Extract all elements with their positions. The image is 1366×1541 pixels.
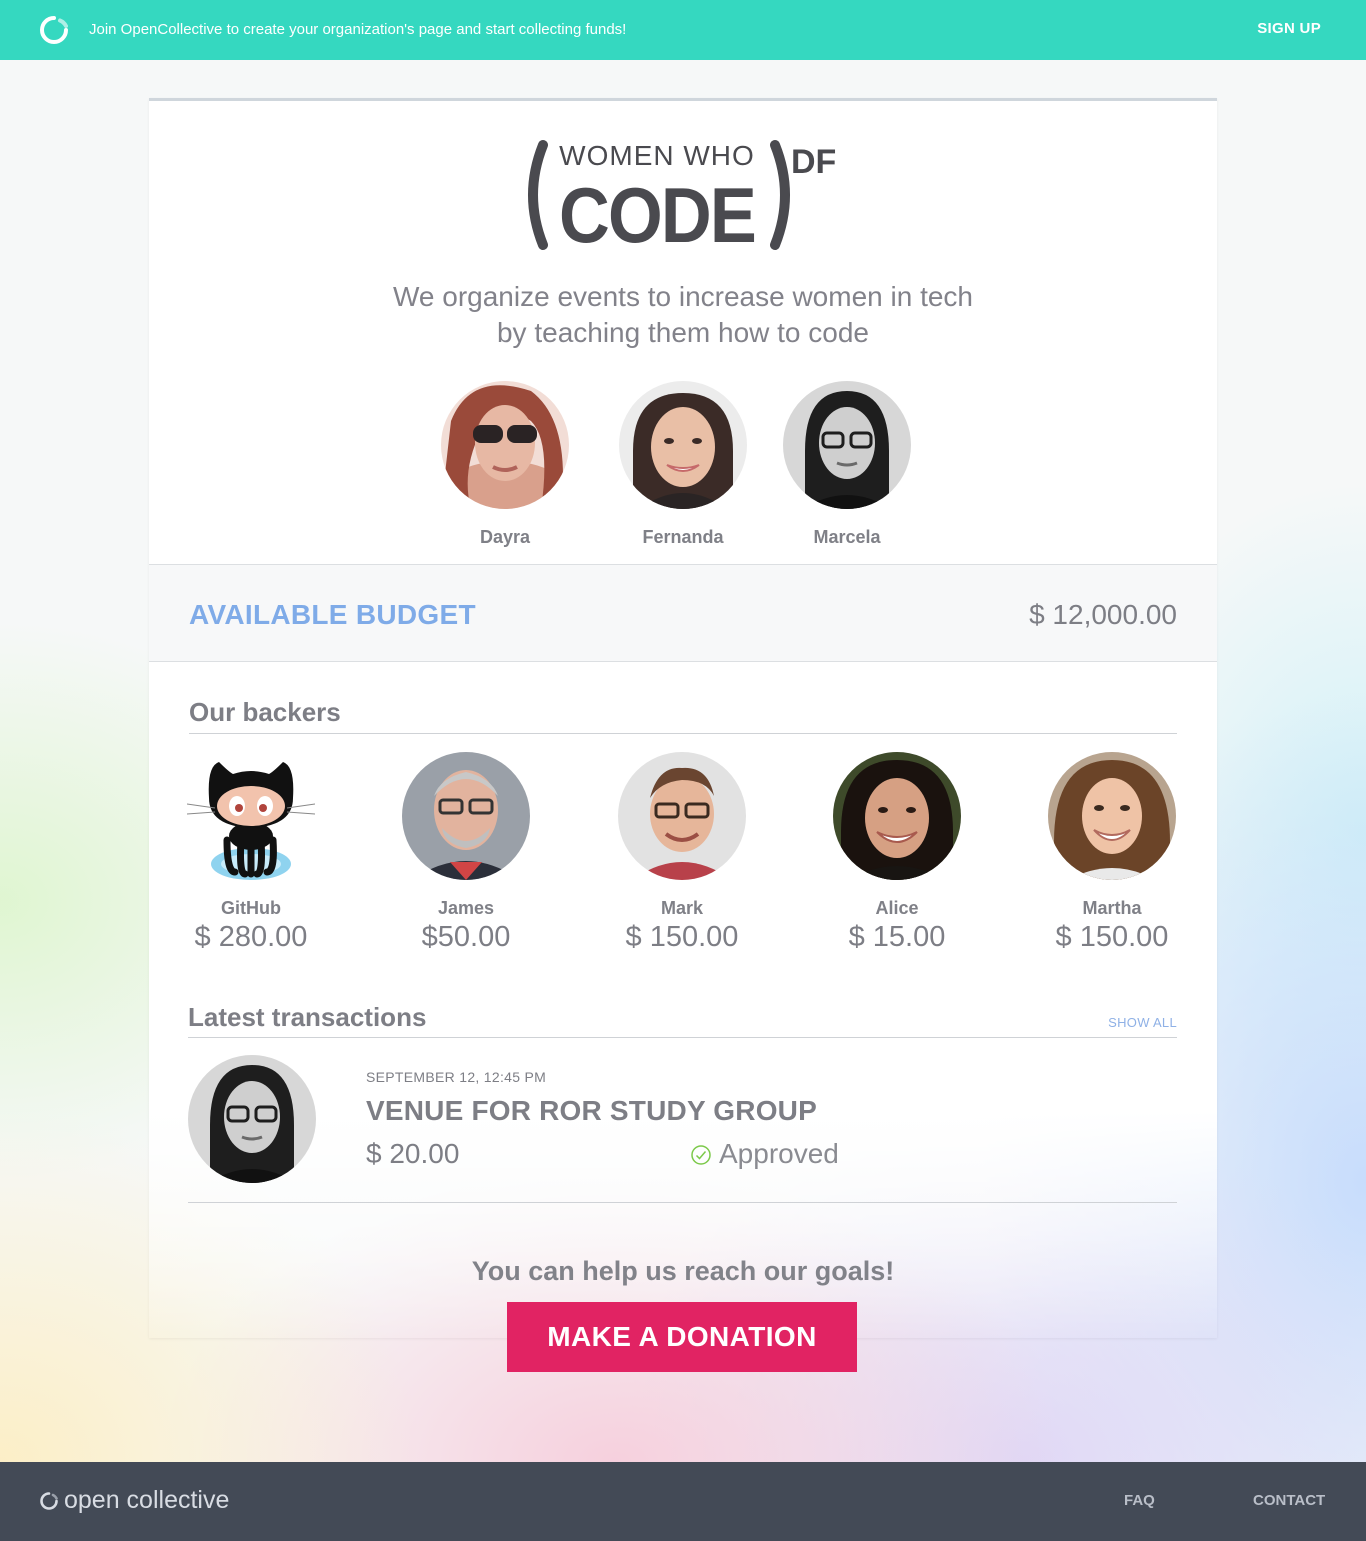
footer-faq-link[interactable]: FAQ	[1124, 1492, 1155, 1509]
show-all-transactions-link[interactable]: SHOW ALL	[1108, 1015, 1177, 1030]
transaction-divider	[188, 1202, 1177, 1203]
transaction-title: VENUE FOR ROR STUDY GROUP	[366, 1095, 817, 1126]
avatar	[618, 752, 746, 880]
transaction-status: Approved	[691, 1138, 839, 1170]
backer-alice[interactable]: Alice $ 15.00	[822, 752, 972, 954]
member-dayra[interactable]: Dayra	[430, 381, 580, 548]
avatar	[188, 1055, 316, 1183]
signup-promo-text: Join OpenCollective to create your organ…	[89, 21, 627, 38]
logo-suffix-text: DF	[791, 143, 836, 181]
footer: open collective FAQ CONTACT	[0, 1462, 1366, 1541]
available-budget-amount: $ 12,000.00	[1029, 599, 1177, 630]
footer-brand-name: open collective	[64, 1486, 230, 1514]
avatar	[619, 381, 747, 509]
avatar	[441, 381, 569, 509]
women-who-code-logo: WOMEN WHO CODE DF	[528, 140, 836, 251]
available-budget-label: AVAILABLE BUDGET	[189, 599, 476, 630]
transactions-section-title: Latest transactions	[188, 1002, 427, 1032]
avatar	[402, 752, 530, 880]
avatar	[833, 752, 961, 880]
available-budget-panel: AVAILABLE BUDGET $ 12,000.00	[149, 564, 1217, 662]
logo-top-text: WOMEN WHO	[559, 140, 755, 171]
octocat-icon	[186, 752, 316, 880]
member-marcela[interactable]: Marcela	[772, 381, 922, 548]
make-donation-button[interactable]: MAKE A DONATION	[507, 1302, 857, 1372]
signup-banner: Join OpenCollective to create your organ…	[0, 0, 1366, 60]
footer-brand[interactable]: open collective	[40, 1486, 229, 1515]
backer-james[interactable]: James $50.00	[391, 752, 541, 954]
transaction-amount: $ 20.00	[366, 1138, 460, 1169]
transactions-divider	[188, 1037, 1177, 1038]
members-list: Dayra Fernanda Marcela	[149, 381, 1217, 551]
collective-tagline: We organize events to increase women in …	[392, 281, 973, 348]
opencollective-logo-icon[interactable]	[40, 16, 68, 44]
collective-card: WOMEN WHO CODE DF We organize events to …	[149, 98, 1217, 1338]
backers-divider	[189, 733, 1177, 734]
opencollective-logo-icon	[40, 1492, 58, 1510]
member-fernanda[interactable]: Fernanda	[608, 381, 758, 548]
logo-main-text: CODE	[559, 171, 755, 251]
backer-github[interactable]: GitHub $ 280.00	[176, 752, 326, 954]
transaction-status-label: Approved	[719, 1138, 839, 1169]
backers-section-title: Our backers	[189, 697, 341, 727]
footer-contact-link[interactable]: CONTACT	[1253, 1492, 1325, 1509]
backer-mark[interactable]: Mark $ 150.00	[607, 752, 757, 954]
backer-martha[interactable]: Martha $ 150.00	[1037, 752, 1187, 954]
check-circle-icon	[691, 1145, 711, 1165]
signup-link[interactable]: SIGN UP	[1257, 20, 1321, 37]
avatar	[1048, 752, 1176, 880]
avatar	[783, 381, 911, 509]
transaction-date: SEPTEMBER 12, 12:45 PM	[366, 1069, 547, 1085]
donation-cta-text: You can help us reach our goals!	[471, 1256, 895, 1286]
